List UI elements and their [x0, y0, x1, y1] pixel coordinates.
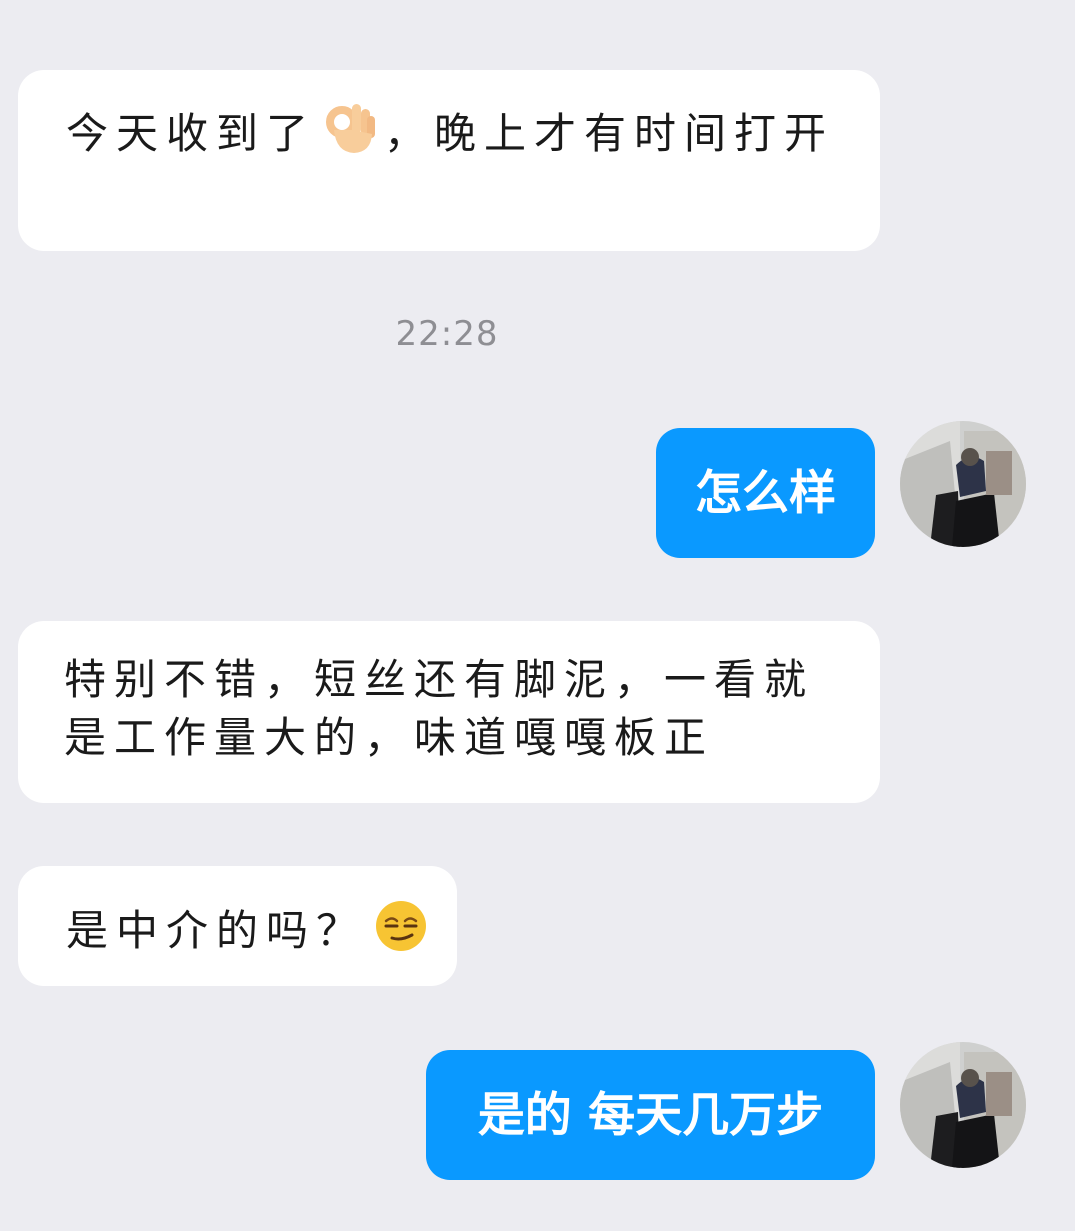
- outgoing-message-bubble[interactable]: 是的 每天几万步: [426, 1050, 875, 1180]
- incoming-message-bubble[interactable]: 特别不错，短丝还有脚泥，一看就是工作量大的，味道嘎嘎板正: [18, 621, 880, 803]
- message-text: 是的 每天几万步: [477, 1087, 824, 1143]
- incoming-message-bubble[interactable]: 是中介的吗？: [18, 866, 457, 986]
- smirk-emoji: [374, 899, 428, 968]
- chat-screen: { "messages": [ { "from": "contact", "te…: [0, 0, 1075, 1231]
- message-text: ，晚上才有时间打开: [384, 109, 835, 158]
- message-text: 是中介的吗？: [66, 906, 367, 955]
- message-text: 今天收到了: [66, 109, 317, 158]
- user-avatar[interactable]: [900, 1042, 1026, 1168]
- message-timestamp: 22:28: [395, 314, 499, 354]
- ok-hand-emoji: [324, 100, 376, 171]
- incoming-message-bubble[interactable]: 今天收到了 ，晚上才有时间打开: [18, 70, 880, 251]
- message-text: 特别不错，短丝还有脚泥，一看就是工作量大的，味道嘎嘎板正: [64, 655, 815, 762]
- user-avatar[interactable]: [900, 421, 1026, 547]
- message-text: 怎么样: [695, 465, 836, 521]
- outgoing-message-bubble[interactable]: 怎么样: [656, 428, 875, 558]
